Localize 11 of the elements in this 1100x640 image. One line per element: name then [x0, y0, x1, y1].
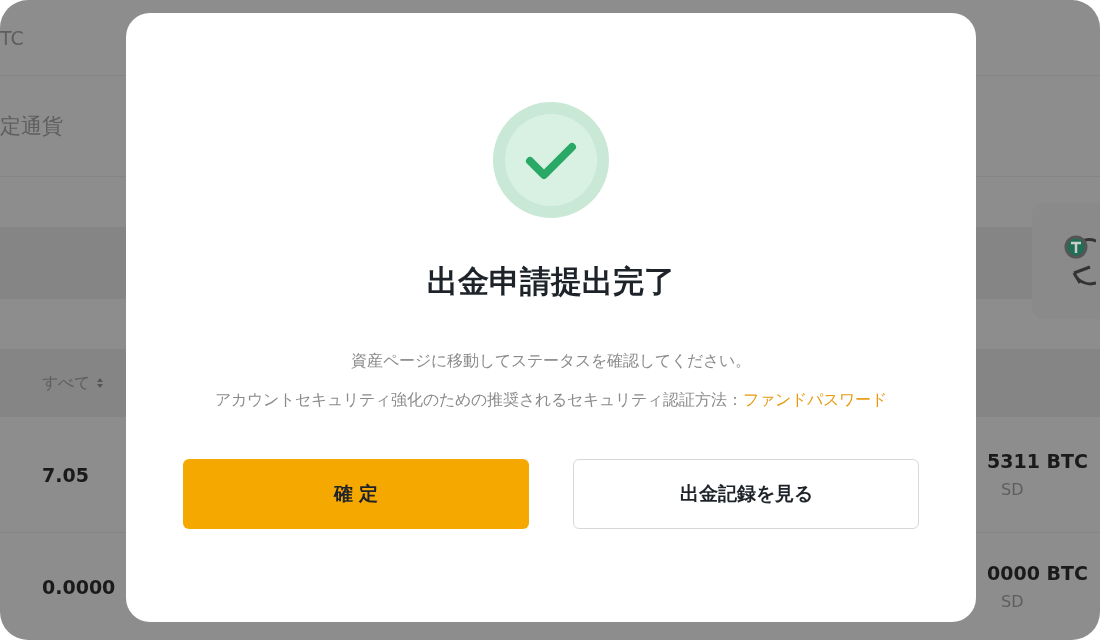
dialog-message: 資産ページに移動してステータスを確認してください。: [350, 350, 752, 372]
dialog-title: 出金申請提出完了: [427, 262, 675, 301]
success-check-icon: [492, 101, 610, 219]
confirm-button[interactable]: 確 定: [183, 459, 529, 529]
withdraw-history-button[interactable]: 出金記録を見る: [573, 459, 919, 529]
balance-cell: 5311 BTC: [987, 450, 1088, 472]
amount-cell: 0.0000: [42, 575, 116, 598]
amount-cell: 7.05: [42, 463, 89, 486]
sort-icon: [96, 377, 104, 389]
balance-cell: 0000 BTC: [987, 562, 1088, 584]
security-hint: アカウントセキュリティ強化のための推奨されるセキュリティ認証方法：ファンドパスワード: [214, 389, 888, 411]
